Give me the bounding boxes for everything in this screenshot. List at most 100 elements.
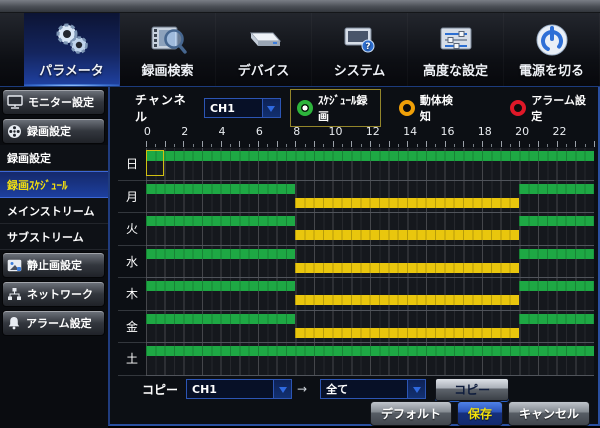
copy-row: コピー CH1 → 全て コピー — [142, 378, 509, 400]
ruler-tick — [314, 141, 315, 147]
ruler-tick — [370, 141, 371, 147]
schedule-settings-panel: チャンネル CH1 ｽｹｼﾞｭｰﾙ録画動体検知アラーム設定 0246810121… — [108, 87, 600, 426]
ruler-tick — [426, 141, 427, 147]
ruler-tick — [445, 141, 446, 147]
ruler-tick — [221, 141, 222, 147]
hour-label: 0 — [144, 125, 151, 138]
day-label: 日 — [118, 148, 146, 181]
radio-icon — [399, 100, 415, 116]
schedule-track-2[interactable] — [146, 213, 594, 246]
schedule-track-1[interactable] — [146, 181, 594, 214]
sidebar-item-6[interactable]: 静止画設定 — [2, 252, 105, 278]
hour-label: 12 — [366, 125, 380, 138]
ruler-tick — [361, 144, 362, 147]
ruler-tick — [193, 144, 194, 147]
ruler-tick — [594, 141, 595, 147]
schedule-bar — [146, 151, 594, 161]
monitor-icon — [7, 95, 23, 109]
hour-label: 10 — [328, 125, 342, 138]
copy-to-select[interactable]: 全て — [320, 379, 426, 399]
mode-option-2[interactable]: アラーム設定 — [504, 90, 598, 126]
ruler-tick — [267, 144, 268, 147]
schedule-bar — [146, 314, 295, 324]
schedule-day-row: 月 — [118, 181, 594, 214]
schedule-bar — [519, 314, 594, 324]
dvr-settings-window: パラメータ録画検索デバイス?システム高度な設定電源を切る モニター設定録画設定録… — [0, 0, 600, 428]
sidebar-subitem-4[interactable]: メインストリーム — [0, 198, 108, 224]
schedule-day-row: 火 — [118, 213, 594, 246]
sidebar-item-0[interactable]: モニター設定 — [2, 89, 105, 115]
sidebar-item-1[interactable]: 録画設定 — [2, 118, 105, 144]
footer-button-2[interactable]: キャンセル — [508, 401, 590, 426]
hour-label: 22 — [552, 125, 566, 138]
schedule-track-4[interactable] — [146, 278, 594, 311]
svg-text:?: ? — [365, 42, 370, 52]
hour-label: 20 — [515, 125, 529, 138]
motion-bar — [295, 230, 519, 240]
schedule-bar — [146, 249, 295, 259]
ruler-tick — [417, 144, 418, 147]
schedule-bar — [519, 249, 594, 259]
sidebar-item-label: 静止画設定 — [27, 257, 82, 273]
schedule-track-3[interactable] — [146, 246, 594, 279]
footer-button-1[interactable]: 保存 — [457, 401, 503, 426]
hour-label: 16 — [440, 125, 454, 138]
hour-label: 2 — [181, 125, 188, 138]
nav-tab-advanced-settings[interactable]: 高度な設定 — [408, 13, 504, 86]
footer-button-0[interactable]: デフォルト — [370, 401, 452, 426]
motion-bar — [295, 263, 519, 273]
sidebar-subitem-5[interactable]: サブストリーム — [0, 224, 108, 250]
sidebar-subitem-2[interactable]: 録画設定 — [0, 145, 108, 171]
radio-icon — [297, 100, 313, 116]
ruler-tick — [398, 144, 399, 147]
ruler-tick — [155, 144, 156, 147]
ruler-tick — [174, 144, 175, 147]
day-label: 木 — [118, 278, 146, 311]
ruler-tick — [491, 144, 492, 147]
hour-ruler: 0246810121416182022 — [146, 125, 594, 147]
ruler-tick — [557, 141, 558, 147]
ruler-tick — [239, 141, 240, 147]
copy-from-select[interactable]: CH1 — [186, 379, 292, 399]
chevron-down-icon[interactable] — [262, 99, 280, 117]
mode-option-label: アラーム設定 — [531, 92, 592, 124]
mode-option-0[interactable]: ｽｹｼﾞｭｰﾙ録画 — [290, 89, 381, 127]
mode-option-label: ｽｹｼﾞｭｰﾙ録画 — [318, 92, 374, 124]
ruler-tick — [295, 141, 296, 147]
schedule-bar — [519, 184, 594, 194]
ruler-tick — [305, 144, 306, 147]
schedule-track-6[interactable] — [146, 343, 594, 376]
hour-label: 14 — [403, 125, 417, 138]
ruler-tick — [463, 141, 464, 147]
chevron-down-icon[interactable] — [273, 380, 291, 398]
schedule-day-row: 水 — [118, 246, 594, 279]
nav-tab-gears[interactable]: パラメータ — [24, 13, 120, 86]
channel-select[interactable]: CH1 — [204, 98, 281, 118]
sidebar-subitem-3[interactable]: 録画ｽｹｼﾞｭｰﾙ — [0, 171, 108, 198]
ruler-tick — [435, 144, 436, 147]
nav-tab-power[interactable]: 電源を切る — [504, 13, 600, 86]
schedule-track-5[interactable] — [146, 311, 594, 344]
ruler-tick — [323, 144, 324, 147]
schedule-bar — [519, 281, 594, 291]
sidebar-item-8[interactable]: アラーム設定 — [2, 310, 105, 336]
schedule-day-row: 土 — [118, 343, 594, 376]
nav-tab-system[interactable]: ?システム — [312, 13, 408, 86]
ruler-tick — [342, 144, 343, 147]
advanced-settings-icon — [434, 20, 478, 64]
power-icon — [530, 20, 574, 64]
schedule-track-0[interactable] — [146, 148, 594, 181]
channel-row: チャンネル CH1 ｽｹｼﾞｭｰﾙ録画動体検知アラーム設定 — [135, 96, 598, 120]
ruler-tick — [202, 141, 203, 147]
ruler-tick — [501, 141, 502, 147]
chevron-down-icon[interactable] — [407, 380, 425, 398]
record-mode-group: ｽｹｼﾞｭｰﾙ録画動体検知 アラーム設定 — [290, 89, 598, 127]
nav-tab-record-search[interactable]: 録画検索 — [120, 13, 216, 86]
ruler-tick — [575, 141, 576, 147]
schedule-bar — [146, 346, 594, 356]
schedule-cursor[interactable] — [146, 150, 164, 176]
copy-button[interactable]: コピー — [435, 378, 509, 401]
nav-tab-device[interactable]: デバイス — [216, 13, 312, 86]
sidebar-item-7[interactable]: ネットワーク — [2, 281, 105, 307]
mode-option-1[interactable]: 動体検知 — [393, 90, 466, 126]
